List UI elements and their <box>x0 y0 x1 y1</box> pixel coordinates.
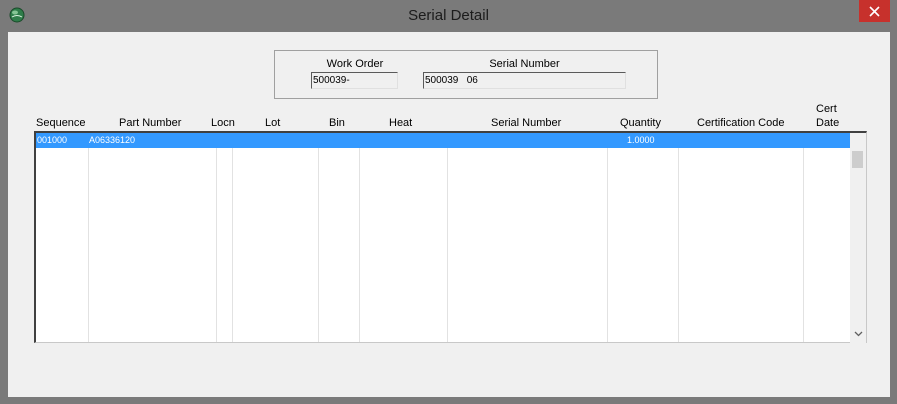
serial-detail-grid[interactable]: 001000 A06336120 1.0000 <box>34 131 867 343</box>
column-header-bin[interactable]: Bin <box>329 117 345 129</box>
close-button[interactable] <box>859 0 890 22</box>
column-divider <box>232 133 233 342</box>
serial-number-field[interactable] <box>423 72 626 89</box>
table-row[interactable]: 001000 A06336120 1.0000 <box>36 133 866 148</box>
column-divider <box>88 133 89 342</box>
column-divider <box>607 133 608 342</box>
close-icon <box>869 5 880 17</box>
column-divider <box>318 133 319 342</box>
column-header-serial-number[interactable]: Serial Number <box>491 117 561 129</box>
cell-sequence: 001000 <box>37 135 68 145</box>
cell-quantity: 1.0000 <box>627 135 655 145</box>
column-header-cert-date-line1[interactable]: Cert <box>816 103 837 115</box>
serial-number-label: Serial Number <box>489 58 560 70</box>
work-order-label: Work Order <box>326 58 384 70</box>
column-header-locn[interactable]: Locn <box>211 117 235 129</box>
column-header-lot[interactable]: Lot <box>265 117 280 129</box>
column-header-heat[interactable]: Heat <box>389 117 412 129</box>
scroll-down-button[interactable] <box>850 326 866 342</box>
column-header-cert-date-line2[interactable]: Date <box>816 117 839 129</box>
column-header-part-number[interactable]: Part Number <box>119 117 181 129</box>
window-title: Serial Detail <box>408 7 489 24</box>
column-divider <box>803 133 804 342</box>
column-header-quantity[interactable]: Quantity <box>620 117 661 129</box>
column-header-sequence[interactable]: Sequence <box>36 117 86 129</box>
column-divider <box>216 133 217 342</box>
scrollbar-thumb[interactable] <box>852 151 863 168</box>
column-divider <box>447 133 448 342</box>
title-bar[interactable]: Serial Detail <box>0 0 897 31</box>
header-group: Work Order Serial Number <box>274 50 658 99</box>
vertical-scrollbar[interactable] <box>850 133 866 343</box>
column-divider <box>359 133 360 342</box>
client-area: Work Order Serial Number Sequence Part N… <box>8 32 890 397</box>
chevron-down-icon <box>854 331 862 337</box>
column-header-certification-code[interactable]: Certification Code <box>697 117 784 129</box>
cell-part-number: A06336120 <box>89 135 136 145</box>
work-order-field[interactable] <box>311 72 398 89</box>
column-divider <box>678 133 679 342</box>
